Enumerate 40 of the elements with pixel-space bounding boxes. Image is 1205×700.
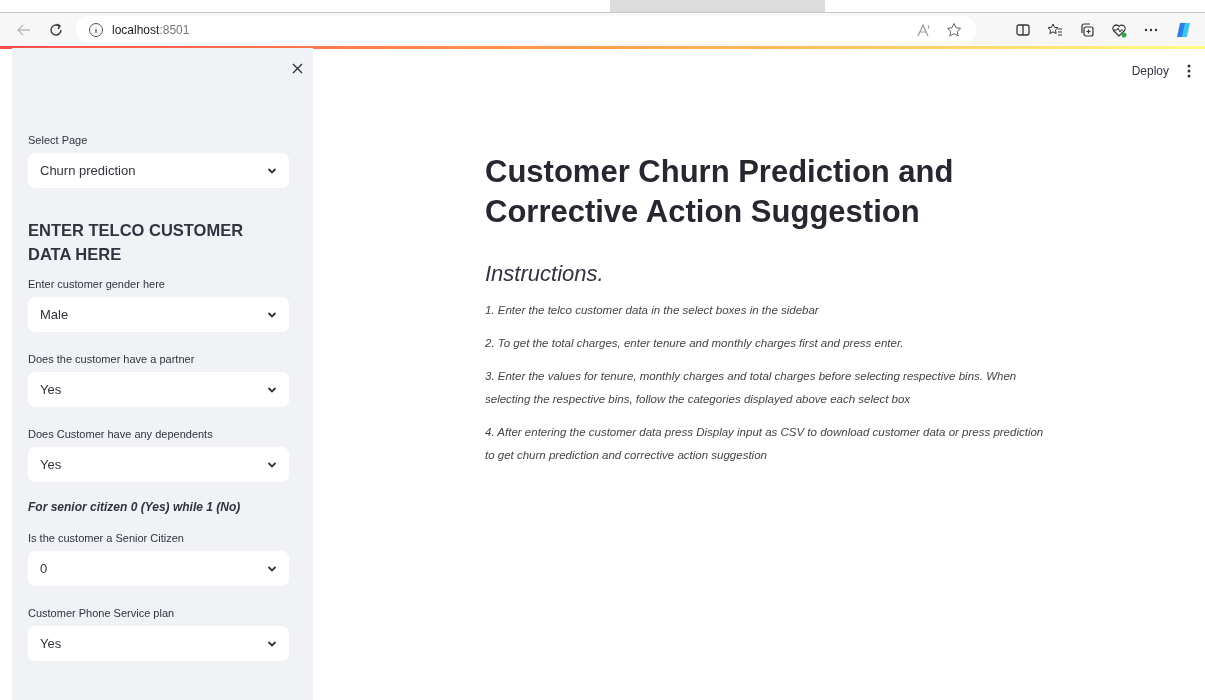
favorites-icon[interactable] xyxy=(1047,21,1063,38)
select-box[interactable]: Yes xyxy=(28,372,289,407)
field-label: Does the customer have a partner xyxy=(28,353,196,365)
select-box[interactable]: Male xyxy=(28,297,289,332)
more-vertical-icon[interactable] xyxy=(1187,64,1191,78)
instruction-text: 2. To get the total charges, enter tenure and monthly charges first and press enter. xyxy=(485,336,905,351)
field-label: Customer Phone Service plan xyxy=(28,607,176,619)
section-heading: Instructions. xyxy=(485,261,605,287)
sidebar-heading: ENTER TELCO CUSTOMER DATA HERE xyxy=(28,220,245,265)
deploy-button[interactable]: Deploy xyxy=(1127,62,1173,80)
chevron-down-icon[interactable] xyxy=(267,167,277,174)
field-label: Enter customer gender here xyxy=(28,278,166,290)
instruction-text: 4. After entering the customer data press Display input as CSV to download customer data or press prediction to get churn prediction and corrective action suggestion xyxy=(485,425,1045,463)
select-box[interactable]: 0 xyxy=(28,551,289,586)
select-box[interactable]: Yes xyxy=(28,447,289,482)
read-aloud-icon[interactable] xyxy=(916,21,932,38)
chevron-down-icon[interactable] xyxy=(267,311,277,318)
page-title: Customer Churn Prediction and Corrective Action Suggestion xyxy=(485,153,955,231)
instruction-text: 1. Enter the telco customer data in the select boxes in the sidebar xyxy=(485,303,820,318)
split-screen-icon[interactable] xyxy=(1015,21,1031,38)
url-text: localhost:8501 xyxy=(112,22,190,37)
close-icon[interactable] xyxy=(292,63,303,74)
select-box[interactable]: Yes xyxy=(28,626,289,661)
address-bar[interactable]: localhost:8501 xyxy=(76,15,976,44)
note-text: For senior citizen 0 (Yes) while 1 (No) xyxy=(28,500,242,514)
chevron-down-icon[interactable] xyxy=(267,386,277,393)
chevron-down-icon[interactable] xyxy=(267,640,277,647)
select-box[interactable]: Churn prediction xyxy=(28,153,289,188)
chevron-down-icon[interactable] xyxy=(267,565,277,572)
star-icon[interactable] xyxy=(946,21,962,38)
field-label: Is the customer a Senior Citizen xyxy=(28,532,185,544)
copilot-icon[interactable] xyxy=(1175,20,1191,39)
reload-icon[interactable] xyxy=(48,21,64,38)
info-icon[interactable] xyxy=(88,21,104,38)
instruction-text: 3. Enter the values for tenure, monthly charges and total charges before selecting respective bins. When selecting the respective bins, follow the categories displayed above each select box xyxy=(485,369,1018,407)
collections-icon[interactable] xyxy=(1079,21,1095,38)
field-label: Does Customer have any dependents xyxy=(28,428,214,440)
heart-pulse-icon[interactable] xyxy=(1111,21,1127,38)
chevron-down-icon[interactable] xyxy=(267,461,277,468)
field-label: Select Page xyxy=(28,134,89,146)
